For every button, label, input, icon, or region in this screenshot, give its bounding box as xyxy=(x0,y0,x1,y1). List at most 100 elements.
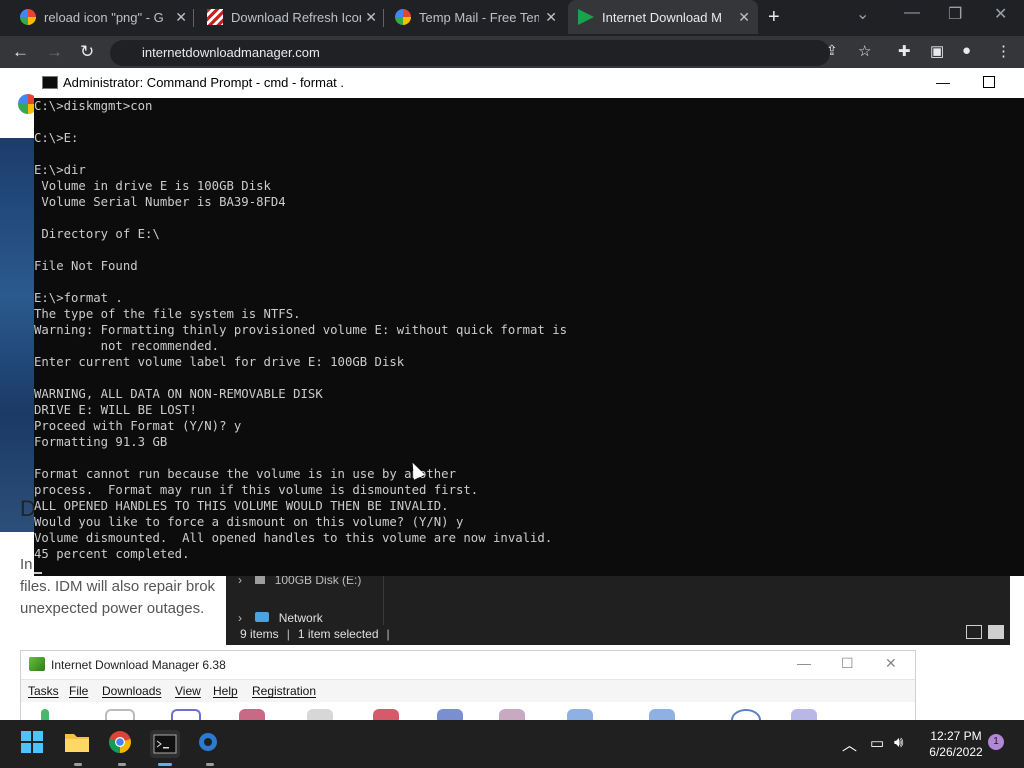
folder-icon xyxy=(65,734,89,752)
tiles-view-icon[interactable] xyxy=(988,625,1004,639)
profile-icon[interactable]: ● xyxy=(962,42,971,59)
idm-window: Internet Download Manager 6.38 — ☐ ✕ Tas… xyxy=(20,650,916,722)
minimize-icon[interactable]: — xyxy=(797,655,811,671)
menu-registration[interactable]: Registration xyxy=(252,684,316,698)
google-icon xyxy=(20,9,36,25)
back-icon[interactable]: ← xyxy=(12,42,29,62)
selection-count: 1 item selected xyxy=(297,627,379,641)
sidepanel-icon[interactable]: ▣ xyxy=(930,42,944,60)
minimize-icon[interactable]: — xyxy=(904,4,920,22)
pane-divider xyxy=(383,575,384,625)
item-count: 9 items xyxy=(240,627,279,641)
cmd-titlebar[interactable]: Administrator: Command Prompt - cmd - fo… xyxy=(34,68,1024,98)
idm-toolbar xyxy=(21,703,915,721)
cmd-icon xyxy=(42,76,58,89)
running-indicator xyxy=(118,763,126,766)
console-line: Directory of E:\ xyxy=(34,227,160,241)
console-line: not recommended. xyxy=(34,339,220,353)
cmd-taskbar[interactable] xyxy=(150,730,180,766)
clock[interactable]: 12:27 PM 6/26/2022 xyxy=(918,728,994,760)
close-icon[interactable]: ✕ xyxy=(885,655,897,672)
restore-icon[interactable]: ❐ xyxy=(948,4,962,24)
network-icon xyxy=(255,612,270,622)
menu-tasks[interactable]: Tasks xyxy=(28,684,59,698)
close-icon[interactable]: ✕ xyxy=(994,4,1007,24)
windows-logo-icon xyxy=(21,731,43,753)
share-icon[interactable]: ⇪ xyxy=(826,42,838,59)
console-line: Volume dismounted. All opened handles to… xyxy=(34,531,553,545)
maximize-icon[interactable] xyxy=(983,76,995,88)
close-tab-icon[interactable]: ✕ xyxy=(738,9,750,26)
browser-tab[interactable]: reload icon "png" - Go ✕ xyxy=(0,0,195,34)
chevron-right-icon: › xyxy=(238,611,242,625)
start-button[interactable] xyxy=(20,730,48,758)
chrome-taskbar[interactable] xyxy=(108,730,136,766)
clock-time: 12:27 PM xyxy=(930,729,982,743)
menu-file[interactable]: File xyxy=(69,684,88,698)
menu-help[interactable]: Help xyxy=(213,684,238,698)
file-explorer-taskbar[interactable] xyxy=(64,730,92,766)
network-icon[interactable]: ▭ xyxy=(870,734,884,752)
console-line: The type of the file system is NTFS. xyxy=(34,307,301,321)
tab-search-icon[interactable]: ⌄ xyxy=(856,4,869,24)
console-line: Formatting 91.3 GB xyxy=(34,435,168,449)
console-output[interactable]: C:\>diskmgmt>con C:\>E: E:\>dir Volume i… xyxy=(34,98,1024,576)
console-line: Format cannot run because the volume is … xyxy=(34,467,456,481)
idm-arrow-icon xyxy=(578,9,594,25)
close-tab-icon[interactable]: ✕ xyxy=(175,9,187,26)
console-line: C:\>E: xyxy=(34,131,79,145)
reload-icon[interactable]: ↻ xyxy=(80,42,94,62)
file-explorer-window: › 100GB Disk (E:) › Network 9 items | 1 it… xyxy=(226,573,1010,645)
browser-tab-active[interactable]: Internet Download Ma ✕ xyxy=(568,0,758,34)
new-tab-icon[interactable]: + xyxy=(768,6,780,29)
hero-image xyxy=(0,138,34,532)
console-line: WARNING, ALL DATA ON NON-REMOVABLE DISK xyxy=(34,387,323,401)
nav-item-label: Network xyxy=(278,611,323,625)
console-line: E:\>dir xyxy=(34,163,86,177)
window-title: Administrator: Command Prompt - cmd - fo… xyxy=(63,75,345,90)
bookmark-star-icon[interactable]: ☆ xyxy=(858,42,871,60)
close-tab-icon[interactable]: ✕ xyxy=(365,9,377,26)
idm-title: Internet Download Manager 6.38 xyxy=(51,658,226,672)
active-indicator xyxy=(158,763,172,766)
app-taskbar[interactable] xyxy=(196,730,224,766)
close-tab-icon[interactable]: ✕ xyxy=(545,9,557,26)
nav-item-network[interactable]: › Network xyxy=(238,611,323,625)
browser-tab[interactable]: Download Refresh Icon ✕ xyxy=(195,0,385,34)
running-indicator xyxy=(74,763,82,766)
maximize-icon[interactable]: ☐ xyxy=(841,655,854,672)
console-line: Volume in drive E is 100GB Disk xyxy=(34,179,271,193)
tab-label: reload icon "png" - Go xyxy=(44,9,164,25)
chevron-up-icon[interactable]: ︿ xyxy=(842,734,857,755)
menu-downloads[interactable]: Downloads xyxy=(102,684,161,698)
forward-icon[interactable]: → xyxy=(46,42,63,62)
idm-menubar: Tasks File Downloads View Help Registrat… xyxy=(21,679,915,702)
browser-tab[interactable]: Temp Mail - Free Temp ✕ xyxy=(385,0,565,34)
details-view-icon[interactable] xyxy=(966,625,982,639)
tab-label: Temp Mail - Free Temp xyxy=(419,9,539,25)
console-line: C:\>diskmgmt>con xyxy=(34,99,153,113)
volume-icon[interactable]: 🔊︎ xyxy=(894,734,903,751)
taskbar: ︿ ▭ 🔊︎ 12:27 PM 6/26/2022 1 xyxy=(0,720,1024,768)
menu-view[interactable]: View xyxy=(175,684,201,698)
status-bar: 9 items | 1 item selected | xyxy=(240,627,390,641)
chrome-icon xyxy=(109,731,131,753)
extensions-icon[interactable]: ✚ xyxy=(898,42,911,60)
minimize-icon[interactable]: — xyxy=(936,74,950,90)
console-cursor xyxy=(34,562,1024,576)
address-bar[interactable]: internetdownloadmanager.com xyxy=(110,40,830,66)
console-line: DRIVE E: WILL BE LOST! xyxy=(34,403,197,417)
menu-kebab-icon[interactable]: ⋮ xyxy=(996,42,1011,60)
running-indicator xyxy=(206,763,214,766)
url-text: internetdownloadmanager.com xyxy=(142,45,320,60)
google-icon xyxy=(395,9,411,25)
gear-app-icon xyxy=(199,733,217,751)
notification-badge[interactable]: 1 xyxy=(988,734,1004,750)
cmd-window: Administrator: Command Prompt - cmd - fo… xyxy=(34,68,1024,576)
